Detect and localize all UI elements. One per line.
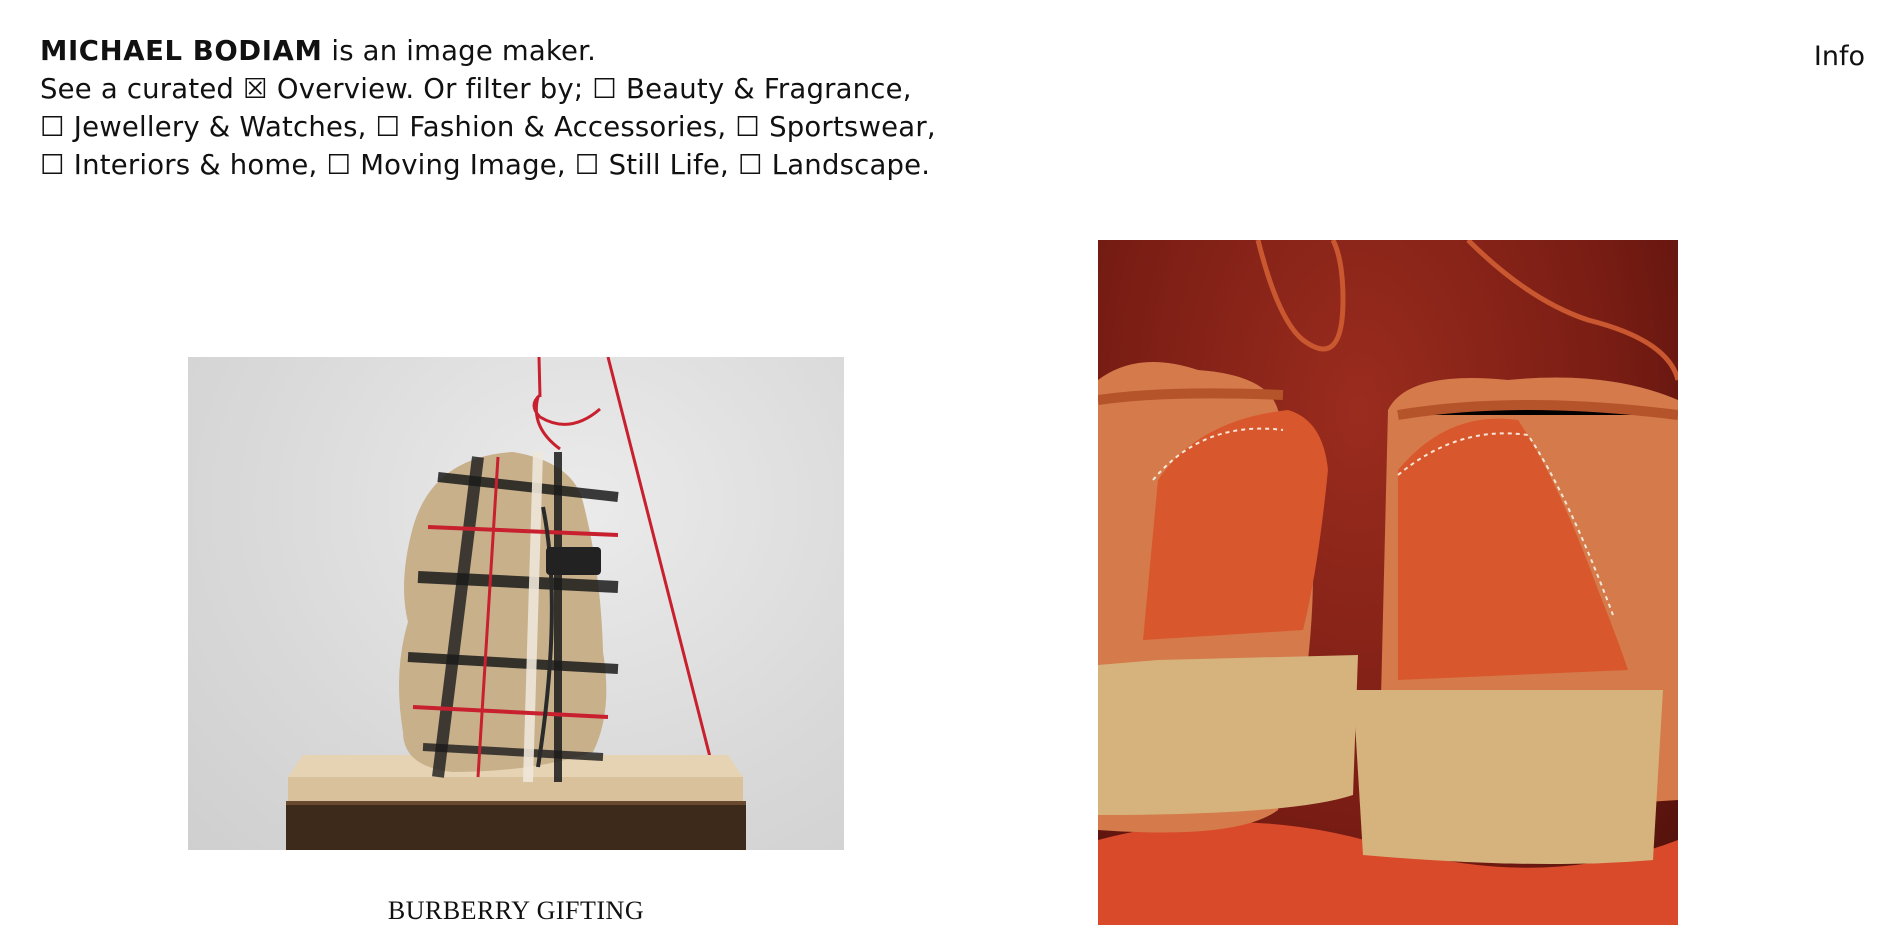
project-caption-burberry-gifting[interactable]: BURBERRY GIFTING bbox=[188, 896, 844, 926]
still-life-label[interactable]: Still Life, bbox=[600, 149, 729, 181]
intro-line-1: MICHAEL BODIAM is an image maker. bbox=[40, 32, 1140, 70]
interiors-checkbox-icon[interactable]: ☐ bbox=[40, 146, 65, 184]
curated-prefix: See a curated bbox=[40, 73, 244, 105]
beauty-checkbox-icon[interactable]: ☐ bbox=[592, 70, 617, 108]
fashion-label[interactable]: Fashion & Accessories, bbox=[400, 111, 726, 143]
filter-still-life[interactable]: ☐ Still Life, bbox=[575, 149, 729, 181]
brand-name[interactable]: MICHAEL BODIAM bbox=[40, 35, 322, 67]
overview-label[interactable]: Overview. bbox=[268, 73, 414, 105]
intro-line-3: ☐ Jewellery & Watches, ☐ Fashion & Acces… bbox=[40, 108, 1140, 146]
moving-image-label[interactable]: Moving Image, bbox=[351, 149, 566, 181]
shoes-photo bbox=[1098, 240, 1678, 925]
tagline: is an image maker. bbox=[322, 35, 597, 67]
filter-landscape[interactable]: ☐ Landscape. bbox=[738, 149, 930, 181]
landscape-label[interactable]: Landscape. bbox=[763, 149, 930, 181]
beauty-label[interactable]: Beauty & Fragrance, bbox=[617, 73, 912, 105]
filter-moving-image[interactable]: ☐ Moving Image, bbox=[326, 149, 565, 181]
project-image-jacket[interactable] bbox=[188, 357, 844, 850]
overview-checkbox-icon[interactable]: ☒ bbox=[243, 70, 268, 108]
still-life-checkbox-icon[interactable]: ☐ bbox=[575, 146, 600, 184]
jacket-photo bbox=[286, 357, 746, 850]
filter-beauty-fragrance[interactable]: ☐ Beauty & Fragrance, bbox=[592, 73, 911, 105]
project-card-burberry-gifting[interactable]: BURBERRY GIFTING bbox=[188, 357, 844, 926]
filter-fashion-accessories[interactable]: ☐ Fashion & Accessories, bbox=[376, 111, 727, 143]
moving-image-checkbox-icon[interactable]: ☐ bbox=[326, 146, 351, 184]
sportswear-checkbox-icon[interactable]: ☐ bbox=[735, 108, 760, 146]
intro-text: MICHAEL BODIAM is an image maker. See a … bbox=[40, 32, 1140, 184]
filter-sportswear[interactable]: ☐ Sportswear, bbox=[735, 111, 935, 143]
interiors-label[interactable]: Interiors & home, bbox=[65, 149, 318, 181]
landscape-checkbox-icon[interactable]: ☐ bbox=[738, 146, 763, 184]
filter-interiors-home[interactable]: ☐ Interiors & home, bbox=[40, 149, 317, 181]
filter-prefix: Or filter by; bbox=[414, 73, 593, 105]
info-link[interactable]: Info bbox=[1814, 40, 1865, 74]
project-card-shoes[interactable] bbox=[1098, 240, 1678, 925]
filter-overview[interactable]: ☒ Overview. bbox=[243, 73, 414, 105]
intro-line-4: ☐ Interiors & home, ☐ Moving Image, ☐ St… bbox=[40, 146, 1140, 184]
jewellery-checkbox-icon[interactable]: ☐ bbox=[40, 108, 65, 146]
fashion-checkbox-icon[interactable]: ☐ bbox=[376, 108, 401, 146]
intro-line-2: See a curated ☒ Overview. Or filter by; … bbox=[40, 70, 1140, 108]
sportswear-label[interactable]: Sportswear, bbox=[760, 111, 936, 143]
filter-jewellery-watches[interactable]: ☐ Jewellery & Watches, bbox=[40, 111, 367, 143]
project-image-shoes[interactable] bbox=[1098, 240, 1678, 925]
jewellery-label[interactable]: Jewellery & Watches, bbox=[65, 111, 367, 143]
